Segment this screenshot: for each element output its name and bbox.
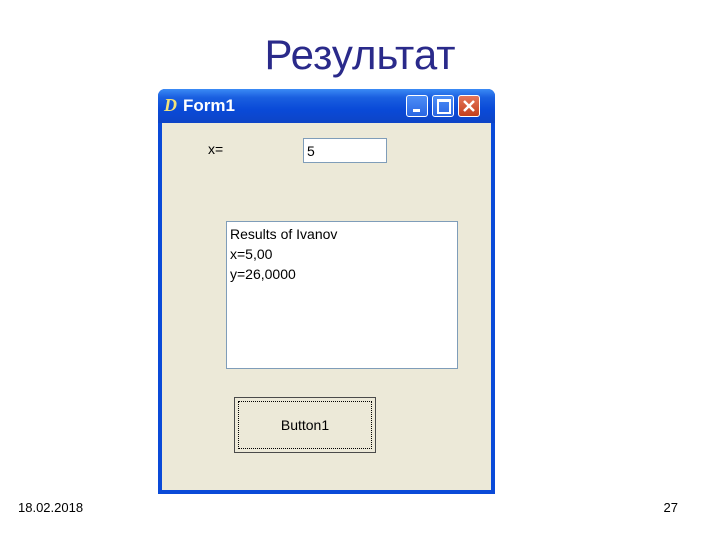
memo-line: y=26,0000 [230,266,296,282]
x-input[interactable] [303,138,387,163]
button1[interactable]: Button1 [234,397,376,453]
maximize-button[interactable] [432,95,454,117]
minimize-button[interactable] [406,95,428,117]
slide-title: Результат [264,31,456,78]
results-memo[interactable]: Results of Ivanov x=5,00 y=26,0000 [226,221,458,369]
window-titlebar[interactable]: D Form1 [158,89,495,123]
slide-page-number: 27 [663,500,678,515]
x-label: x= [208,141,224,157]
close-icon [463,100,475,112]
button1-label: Button1 [238,401,372,449]
close-button[interactable] [458,95,480,117]
delphi-app-icon[interactable]: D [164,95,180,115]
memo-line: x=5,00 [230,246,273,262]
form-client-area: x= Results of Ivanov x=5,00 y=26,0000 Bu… [162,123,491,490]
memo-line: Results of Ivanov [230,226,338,242]
form1-window: D Form1 x= Results of Ivanov x=5,00 y=26… [158,89,495,494]
window-title: Form1 [183,96,235,115]
slide-date: 18.02.2018 [18,500,84,515]
